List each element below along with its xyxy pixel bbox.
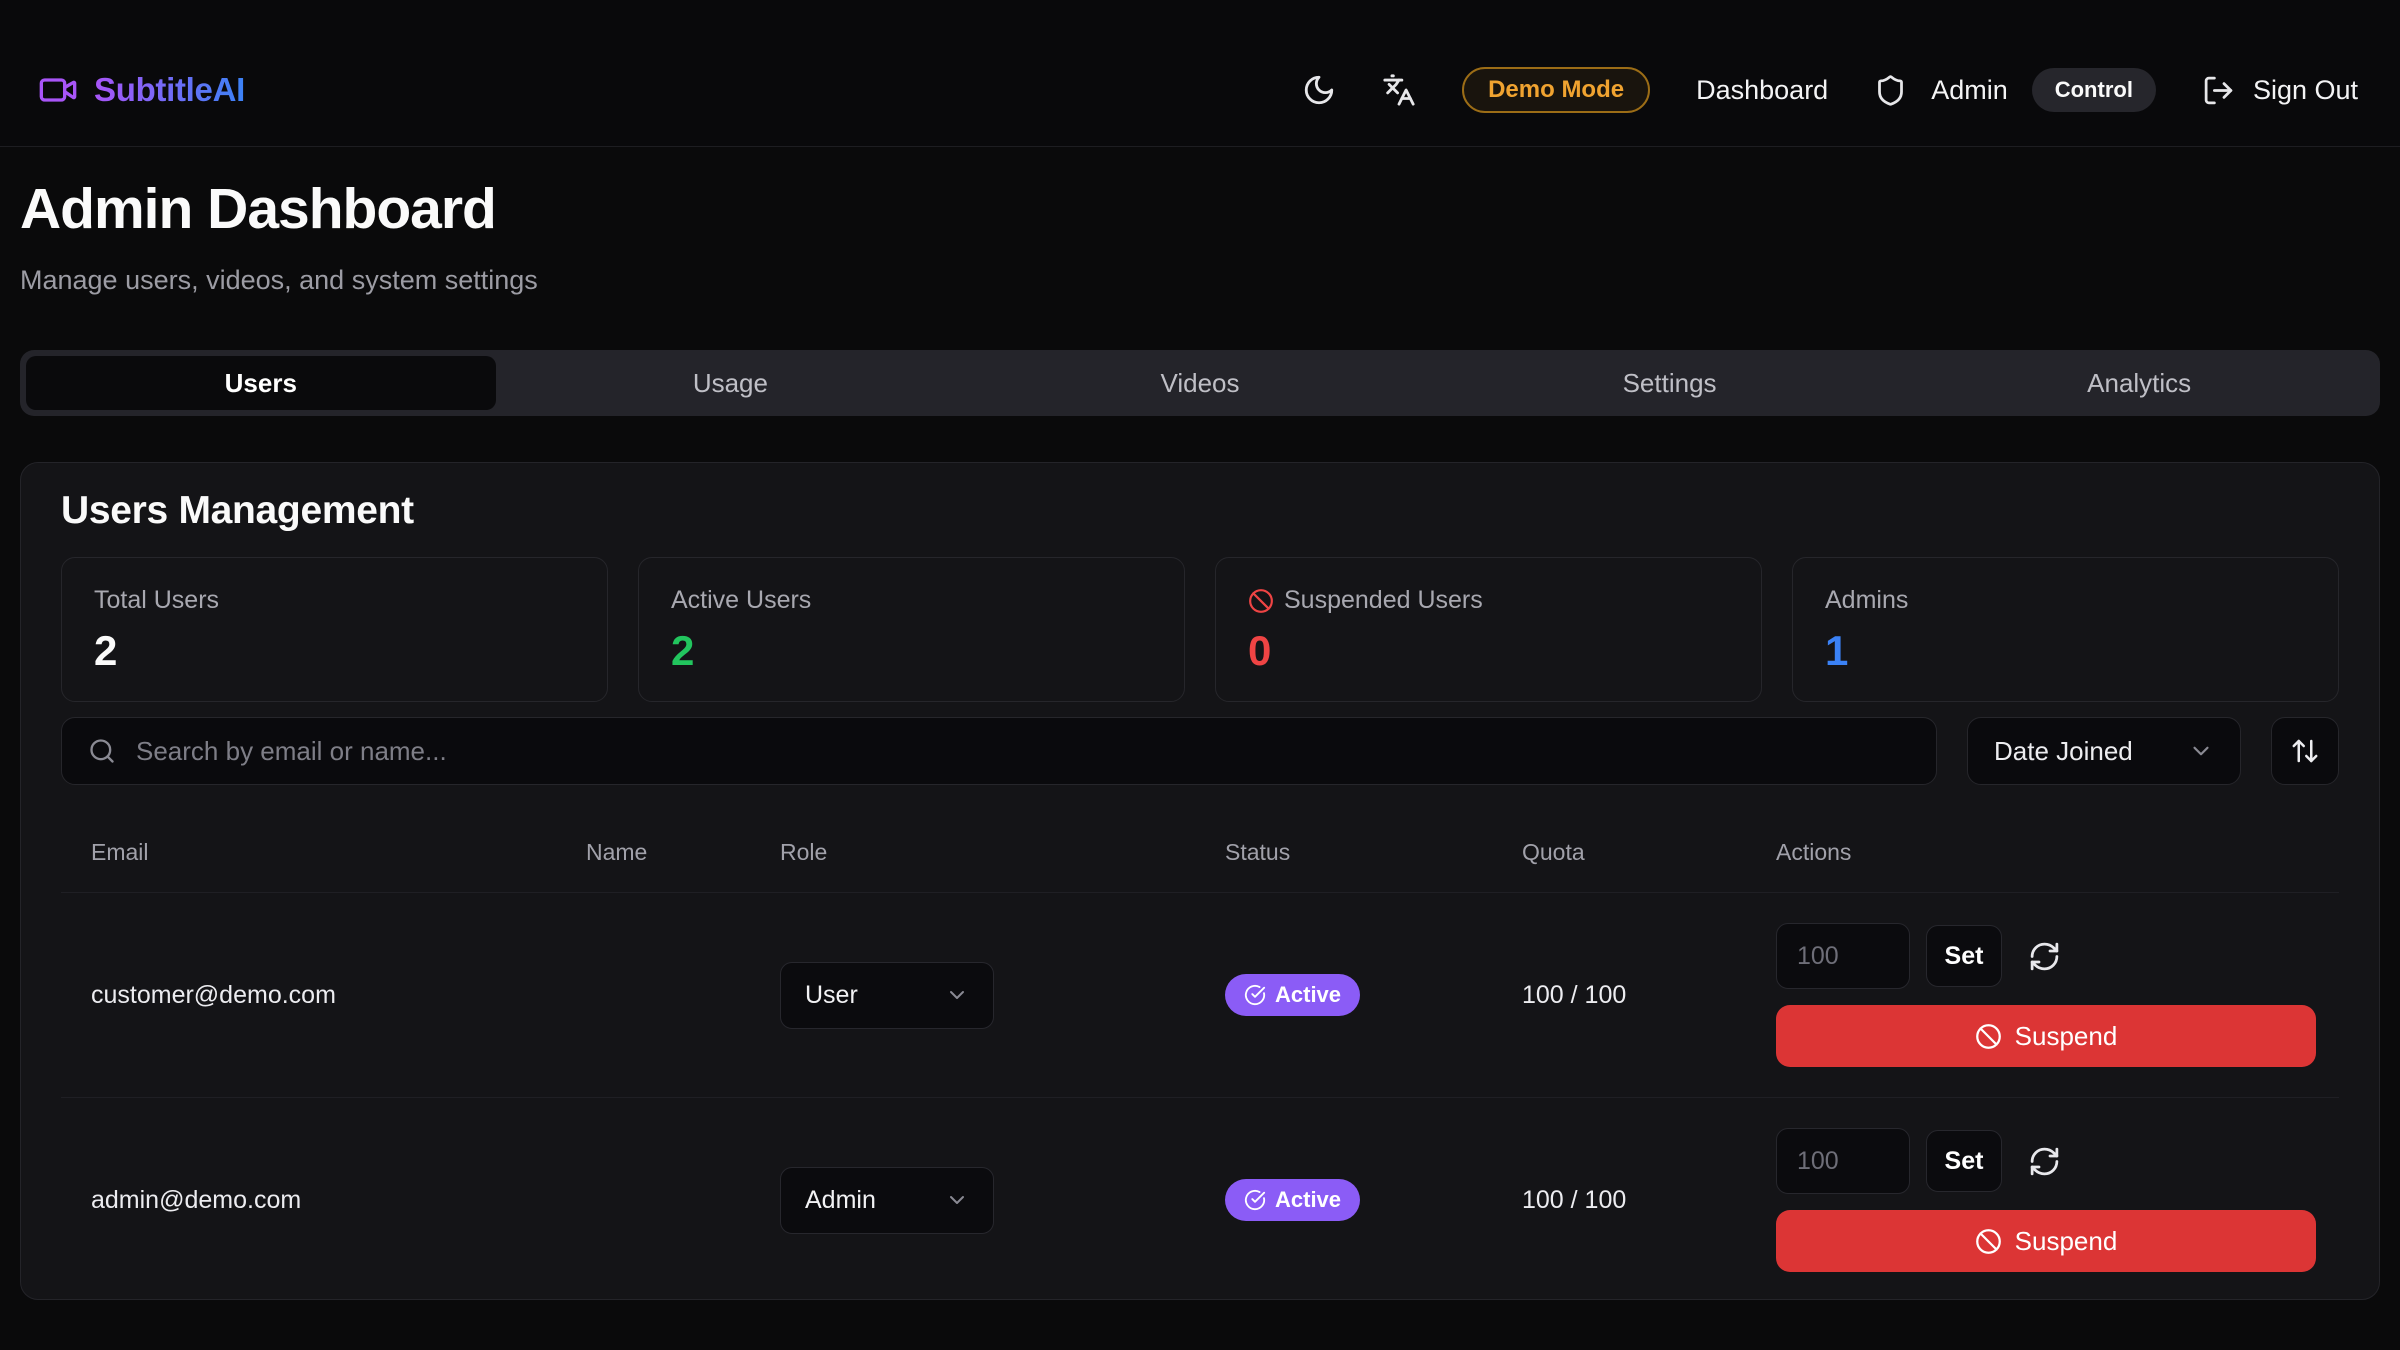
set-quota-button[interactable]: Set bbox=[1926, 925, 2002, 987]
user-email: customer@demo.com bbox=[61, 981, 586, 1010]
page-title: Admin Dashboard bbox=[20, 175, 2380, 243]
search-icon bbox=[88, 737, 116, 765]
column-header: Quota bbox=[1522, 839, 1776, 866]
stat-label: Admins bbox=[1825, 586, 2306, 615]
tab-bar: Users Usage Videos Settings Analytics bbox=[20, 350, 2380, 416]
chevron-down-icon bbox=[945, 1188, 969, 1212]
tab[interactable]: Users bbox=[26, 356, 496, 410]
circle-check-icon bbox=[1244, 1189, 1266, 1211]
stat-value: 0 bbox=[1248, 627, 1729, 675]
quota-input[interactable] bbox=[1776, 1128, 1910, 1194]
tab[interactable]: Analytics bbox=[1904, 356, 2374, 410]
tab-label: Analytics bbox=[2087, 368, 2191, 399]
log-out-icon bbox=[2202, 74, 2235, 107]
column-header: Role bbox=[780, 839, 1225, 866]
users-management-panel: Users Management Total Users 2 Active Us… bbox=[20, 462, 2380, 1300]
set-quota-button[interactable]: Set bbox=[1926, 1130, 2002, 1192]
language-icon[interactable] bbox=[1382, 73, 1416, 107]
actions-cell: Set Suspend bbox=[1776, 1128, 2339, 1272]
search-box bbox=[61, 717, 1937, 785]
search-row: Date Joined bbox=[61, 717, 2339, 785]
column-header: Status bbox=[1225, 839, 1522, 866]
role-value: Admin bbox=[805, 1186, 876, 1215]
stat-label-text: Suspended Users bbox=[1284, 586, 1483, 615]
tab[interactable]: Videos bbox=[965, 356, 1435, 410]
stat-card: Admins 1 bbox=[1792, 557, 2339, 702]
ban-icon bbox=[1975, 1023, 2002, 1050]
control-badge: Control bbox=[2032, 68, 2156, 112]
stat-label: Active Users bbox=[671, 586, 1152, 615]
tab[interactable]: Usage bbox=[496, 356, 966, 410]
suspend-label: Suspend bbox=[2015, 1226, 2118, 1257]
brand-logo[interactable]: SubtitleAI bbox=[38, 70, 245, 110]
stat-card: Active Users 2 bbox=[638, 557, 1185, 702]
table-header: Email Name Role Status Quota Actions bbox=[61, 785, 2339, 892]
tab-label: Users bbox=[225, 368, 297, 399]
stat-value: 1 bbox=[1825, 627, 2306, 675]
user-email: admin@demo.com bbox=[61, 1186, 586, 1215]
sort-direction-button[interactable] bbox=[2271, 717, 2339, 785]
status-text: Active bbox=[1275, 982, 1341, 1008]
nav-right: Demo Mode Dashboard Admin Control Sign O… bbox=[1302, 67, 2358, 113]
admin-role-group: Admin Control bbox=[1874, 68, 2156, 112]
column-header: Email bbox=[61, 839, 586, 866]
status-text: Active bbox=[1275, 1187, 1341, 1213]
table-row: admin@demo.com Admin Active bbox=[61, 1097, 2339, 1300]
ban-icon bbox=[1975, 1228, 2002, 1255]
role-select[interactable]: Admin bbox=[780, 1167, 994, 1234]
stat-card: Suspended Users 0 bbox=[1215, 557, 1762, 702]
stat-label: Suspended Users bbox=[1248, 586, 1729, 615]
stats-row: Total Users 2 Active Users 2 Suspended U… bbox=[61, 557, 2339, 702]
tab-label: Videos bbox=[1160, 368, 1239, 399]
ban-icon bbox=[1248, 588, 1274, 614]
stat-label: Total Users bbox=[94, 586, 575, 615]
users-table-body: customer@demo.com User Active bbox=[61, 892, 2339, 1300]
quota-value: 100 / 100 bbox=[1522, 1186, 1776, 1215]
table-row: customer@demo.com User Active bbox=[61, 892, 2339, 1097]
stat-label-text: Active Users bbox=[671, 586, 811, 615]
actions-cell: Set Suspend bbox=[1776, 923, 2339, 1067]
sign-out-button[interactable]: Sign Out bbox=[2202, 74, 2358, 107]
tab-label: Usage bbox=[693, 368, 768, 399]
panel-title: Users Management bbox=[61, 489, 2339, 533]
quota-input[interactable] bbox=[1776, 923, 1910, 989]
role-value: User bbox=[805, 981, 858, 1010]
stat-card: Total Users 2 bbox=[61, 557, 608, 702]
suspend-label: Suspend bbox=[2015, 1021, 2118, 1052]
tab[interactable]: Settings bbox=[1435, 356, 1905, 410]
chevron-down-icon bbox=[945, 983, 969, 1007]
quota-value: 100 / 100 bbox=[1522, 981, 1776, 1010]
demo-mode-badge: Demo Mode bbox=[1462, 67, 1650, 113]
role-select[interactable]: User bbox=[780, 962, 994, 1029]
sort-field-select[interactable]: Date Joined bbox=[1967, 717, 2241, 785]
nav-link-dashboard[interactable]: Dashboard bbox=[1696, 75, 1828, 106]
stat-value: 2 bbox=[94, 627, 575, 675]
stat-value: 2 bbox=[671, 627, 1152, 675]
page-subtitle: Manage users, videos, and system setting… bbox=[20, 265, 2380, 296]
sort-field-value: Date Joined bbox=[1994, 736, 2133, 767]
shield-icon bbox=[1874, 74, 1907, 107]
status-badge: Active bbox=[1225, 1179, 1360, 1221]
top-nav: SubtitleAI Demo Mode Dashboard Admin Con… bbox=[0, 0, 2400, 147]
theme-toggle-moon-icon[interactable] bbox=[1302, 73, 1336, 107]
suspend-button[interactable]: Suspend bbox=[1776, 1005, 2316, 1067]
suspend-button[interactable]: Suspend bbox=[1776, 1210, 2316, 1272]
column-header: Actions bbox=[1776, 839, 2339, 866]
stat-label-text: Admins bbox=[1825, 586, 1908, 615]
column-header: Name bbox=[586, 839, 780, 866]
admin-label: Admin bbox=[1931, 75, 2008, 106]
tab-label: Settings bbox=[1623, 368, 1717, 399]
circle-check-icon bbox=[1244, 984, 1266, 1006]
main-content: Admin Dashboard Manage users, videos, an… bbox=[0, 175, 2400, 1300]
status-badge: Active bbox=[1225, 974, 1360, 1016]
sign-out-label: Sign Out bbox=[2253, 75, 2358, 106]
stat-label-text: Total Users bbox=[94, 586, 219, 615]
refresh-icon[interactable] bbox=[2028, 1145, 2061, 1178]
search-input[interactable] bbox=[136, 736, 1910, 767]
video-camera-icon bbox=[38, 70, 78, 110]
brand-name: SubtitleAI bbox=[94, 71, 245, 109]
chevron-down-icon bbox=[2188, 738, 2214, 764]
refresh-icon[interactable] bbox=[2028, 940, 2061, 973]
